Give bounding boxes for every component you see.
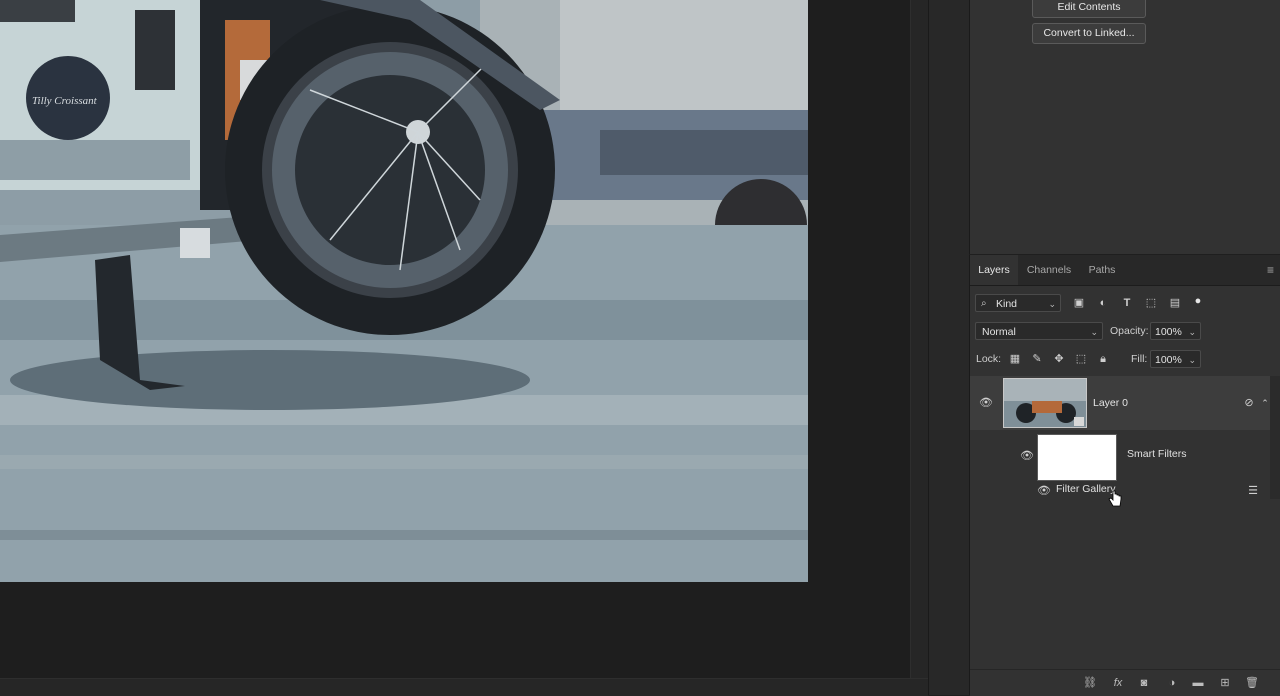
chevron-down-icon: ⌄ xyxy=(1048,299,1056,309)
edit-contents-button[interactable]: Edit Contents xyxy=(1032,0,1146,18)
trash-icon[interactable]: 🗑︎ xyxy=(1245,676,1259,690)
tab-channels[interactable]: Channels xyxy=(1022,255,1076,285)
chevron-down-icon: ⌄ xyxy=(1090,327,1098,337)
filter-row: ⌕ Kind ⌄ ▣ ◐ T ⬚ ▤ ● xyxy=(970,293,1280,313)
pixel-filter-icon[interactable]: ▣ xyxy=(1072,296,1086,310)
filter-toggle-icon[interactable]: ● xyxy=(1191,294,1205,308)
layer-name[interactable]: Layer 0 xyxy=(1093,395,1128,411)
horizontal-scrollbar[interactable] xyxy=(0,678,928,696)
motorcycle-image: Tilly Croissant xyxy=(0,0,808,582)
fill-value: 100% xyxy=(1155,354,1182,366)
opacity-input[interactable]: 100% ⌄ xyxy=(1150,322,1201,340)
fill-label: Fill: xyxy=(1131,353,1148,365)
convert-to-linked-button[interactable]: Convert to Linked... xyxy=(1032,23,1146,44)
layers-bottom-bar: ⛓︎ fx ◙ ◑ ▬ ⊞ 🗑︎ xyxy=(970,669,1280,696)
shape-filter-icon[interactable]: ⬚ xyxy=(1144,296,1158,310)
smart-filters-label[interactable]: Smart Filters xyxy=(1127,446,1187,462)
layer-thumbnail-image xyxy=(1004,379,1086,427)
adjustment-filter-icon[interactable]: ◐ xyxy=(1096,296,1110,310)
tab-paths[interactable]: Paths xyxy=(1080,255,1124,285)
svg-text:Tilly Croissant: Tilly Croissant xyxy=(32,95,98,107)
new-group-folder-icon[interactable]: ▬ xyxy=(1191,676,1205,690)
fx-icon[interactable]: fx xyxy=(1111,676,1125,690)
link-layers-icon[interactable]: ⛓︎ xyxy=(1083,676,1097,690)
search-icon: ⌕ xyxy=(981,298,987,309)
smart-filters-mask-thumbnail[interactable] xyxy=(1037,434,1117,481)
filter-blending-options-icon[interactable]: ☰ xyxy=(1246,484,1260,498)
properties-panel: Edit Contents Convert to Linked... xyxy=(969,0,1280,254)
blend-row: Normal ⌄ Opacity: 100% ⌄ xyxy=(970,321,1280,341)
new-layer-icon[interactable]: ⊞ xyxy=(1218,676,1232,690)
visibility-eye-icon[interactable]: 👁︎ xyxy=(979,398,993,409)
lock-position-icon[interactable]: ✥ xyxy=(1052,352,1066,366)
add-mask-icon[interactable]: ◙ xyxy=(1137,676,1151,690)
lock-row: Lock: ▦ ✎ ✥ ⬚ 🔒︎ Fill: 100% ⌄ xyxy=(970,349,1280,369)
filter-kind-label: Kind xyxy=(996,298,1018,310)
layers-scrollbar[interactable] xyxy=(1270,376,1280,499)
opacity-label: Opacity: xyxy=(1110,325,1149,337)
lock-all-icon[interactable]: 🔒︎ xyxy=(1096,352,1110,366)
hand-pointer-cursor-icon xyxy=(1108,490,1122,507)
lock-transparent-pixels-icon[interactable]: ▦ xyxy=(1008,352,1022,366)
document-image[interactable]: Tilly Croissant xyxy=(0,0,808,582)
filter-gallery-label[interactable]: Filter Gallery xyxy=(1056,481,1116,497)
visibility-eye-icon[interactable]: 👁︎ xyxy=(1020,451,1034,462)
type-filter-icon[interactable]: T xyxy=(1120,296,1134,310)
chevron-down-icon: ⌄ xyxy=(1188,327,1196,337)
layer-row-layer-0[interactable]: 👁︎ Layer 0 ⊘ ⌃ xyxy=(970,376,1270,430)
panel-dock-strip xyxy=(928,0,969,695)
layers-panel: Layers Channels Paths ≡ ⌕ Kind ⌄ ▣ ◐ T ⬚… xyxy=(969,255,1280,696)
new-adjustment-layer-icon[interactable]: ◑ xyxy=(1165,676,1179,690)
smart-object-filter-icon[interactable]: ▤ xyxy=(1168,296,1182,310)
vertical-scrollbar[interactable] xyxy=(910,0,929,678)
layer-thumbnail[interactable] xyxy=(1003,378,1087,428)
blend-mode-dropdown[interactable]: Normal ⌄ xyxy=(975,322,1103,340)
lock-image-pixels-icon[interactable]: ✎ xyxy=(1030,352,1044,366)
fill-input[interactable]: 100% ⌄ xyxy=(1150,350,1201,368)
lock-label: Lock: xyxy=(976,353,1002,365)
filter-kind-dropdown[interactable]: ⌕ Kind ⌄ xyxy=(975,294,1061,312)
visibility-eye-icon[interactable]: 👁︎ xyxy=(1037,486,1051,497)
opacity-value: 100% xyxy=(1155,326,1182,338)
panel-menu-icon[interactable]: ≡ xyxy=(1267,264,1279,276)
blend-mode-label: Normal xyxy=(982,326,1016,338)
document-canvas-area[interactable]: Tilly Croissant xyxy=(0,0,910,678)
layers-panel-tabs: Layers Channels Paths ≡ xyxy=(970,255,1280,286)
tab-layers[interactable]: Layers xyxy=(970,255,1018,285)
prevent-autonest-icon[interactable]: ⬚ xyxy=(1074,352,1088,366)
smart-filter-indicator-icon[interactable]: ⊘ xyxy=(1242,396,1256,410)
chevron-down-icon: ⌄ xyxy=(1188,355,1196,365)
